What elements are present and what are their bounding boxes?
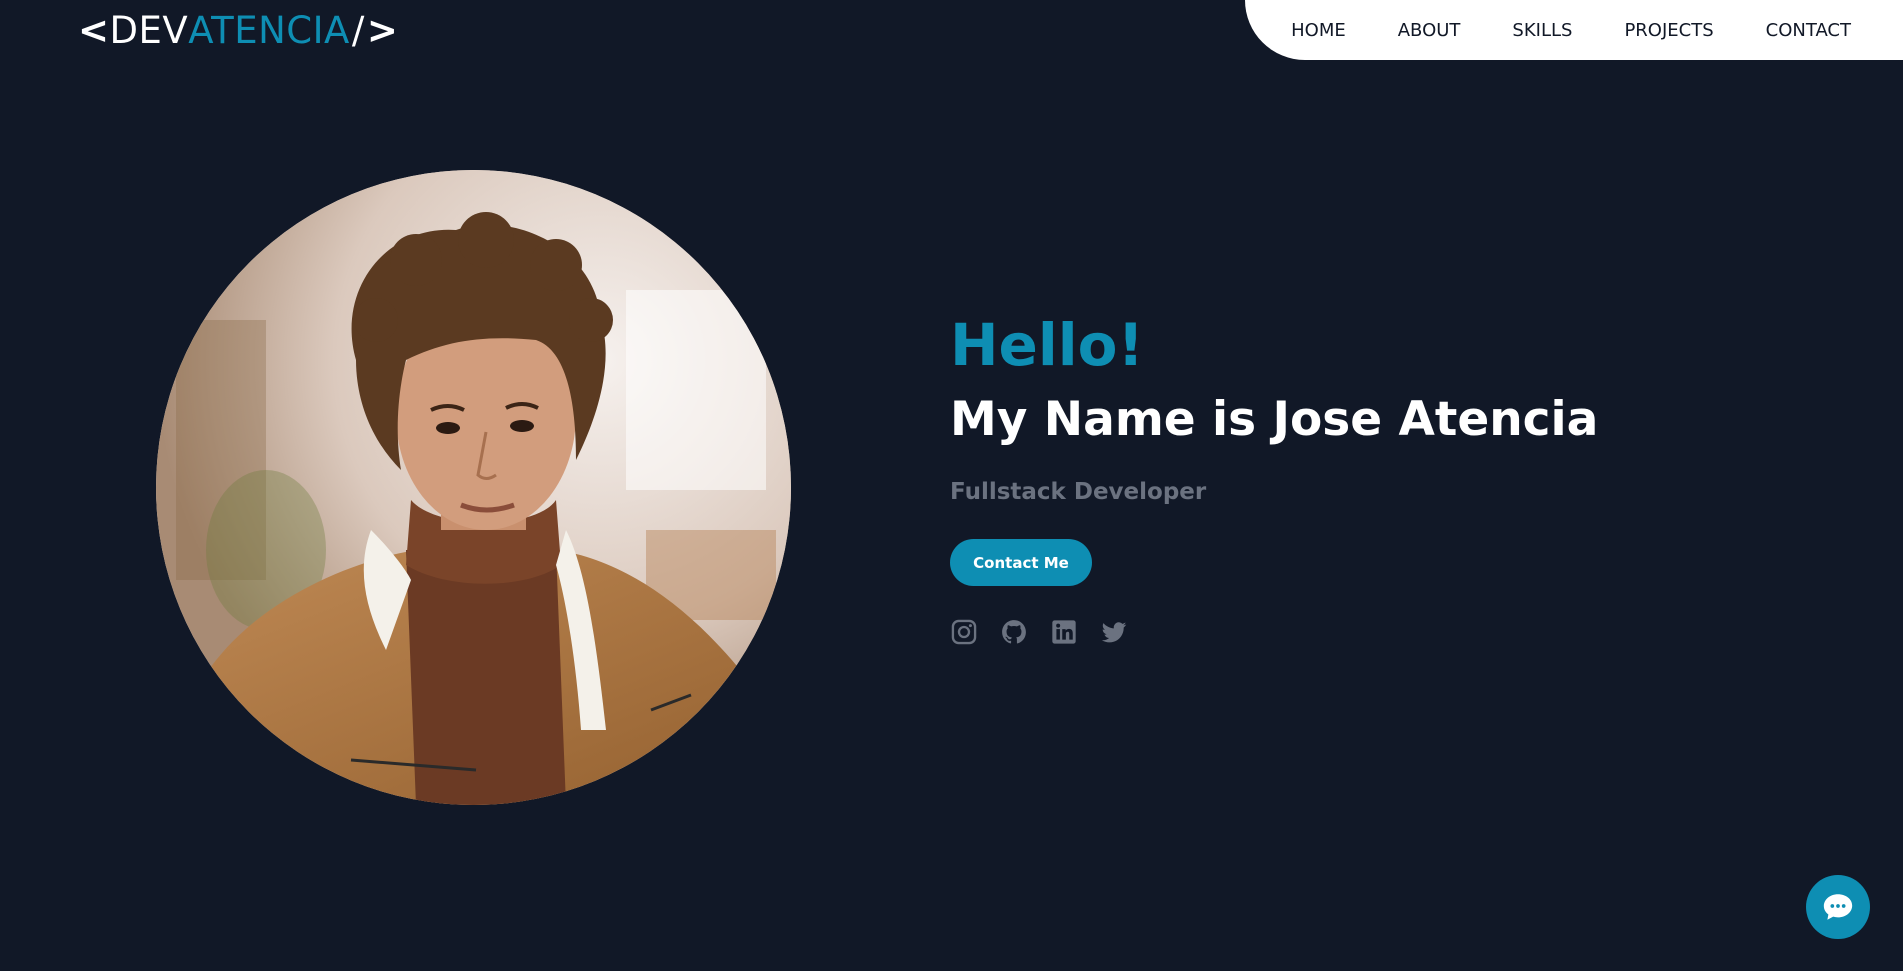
logo-close-bracket: > (366, 8, 399, 52)
chat-bubble-icon (1823, 894, 1853, 920)
nav-item-about[interactable]: ABOUT (1398, 20, 1461, 41)
logo-open-bracket: < (78, 8, 110, 52)
hero-role: Fullstack Developer (950, 479, 1207, 505)
nav-item-contact[interactable]: CONTACT (1766, 20, 1851, 41)
page: < DEV ATENCIA / > HOME ABOUT SKILLS PROJ… (0, 0, 1903, 971)
main-nav: HOME ABOUT SKILLS PROJECTS CONTACT (1245, 0, 1903, 60)
site-logo[interactable]: < DEV ATENCIA / > (78, 6, 398, 54)
contact-me-button[interactable]: Contact Me (950, 539, 1092, 586)
social-links (950, 618, 1598, 646)
logo-text-dev: DEV (109, 8, 189, 52)
linkedin-icon (1052, 620, 1076, 644)
hero-greeting: Hello! (950, 311, 1144, 379)
twitter-link[interactable] (1100, 618, 1128, 646)
chat-button[interactable] (1806, 875, 1870, 939)
nav-item-projects[interactable]: PROJECTS (1624, 20, 1713, 41)
github-link[interactable] (1000, 618, 1028, 646)
linkedin-link[interactable] (1050, 618, 1078, 646)
hero-name: My Name is Jose Atencia (950, 392, 1599, 447)
nav-item-skills[interactable]: SKILLS (1512, 20, 1572, 41)
instagram-icon (951, 619, 977, 645)
github-icon (1002, 620, 1026, 644)
hero-section: Hello! My Name is Jose Atencia Fullstack… (950, 305, 1598, 646)
logo-slash: / (351, 8, 365, 52)
twitter-icon (1101, 622, 1127, 643)
profile-photo (156, 170, 791, 805)
nav-item-home[interactable]: HOME (1291, 20, 1346, 41)
logo-text-atencia: ATENCIA (188, 8, 350, 52)
instagram-link[interactable] (950, 618, 978, 646)
profile-photo-illustration (156, 170, 791, 805)
